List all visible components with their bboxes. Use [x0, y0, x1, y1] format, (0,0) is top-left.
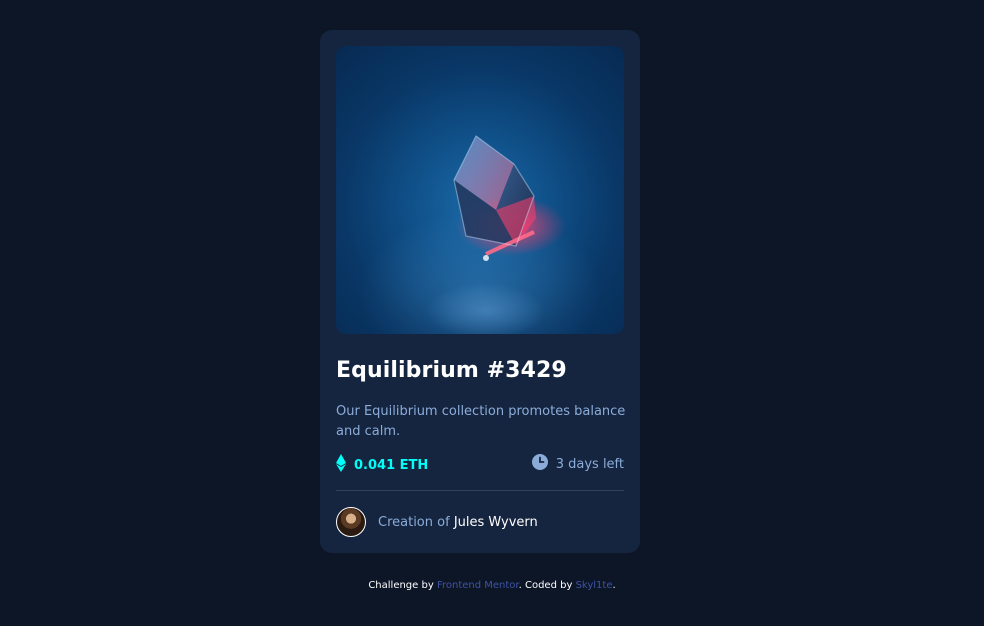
crystal-cube-illustration	[426, 135, 566, 334]
time-left-value: 3 days left	[555, 456, 624, 472]
price: 0.041 ETH	[336, 454, 428, 476]
attribution-suffix: .	[612, 580, 616, 591]
clock-icon	[531, 454, 548, 474]
avatar	[336, 507, 366, 537]
attribution-middle: . Coded by	[518, 580, 573, 591]
nft-title[interactable]: Equilibrium #3429	[336, 358, 567, 383]
attribution: Challenge by Frontend Mentor. Coded by S…	[0, 580, 984, 591]
nft-card: Equilibrium #3429 Our Equilibrium collec…	[320, 30, 640, 553]
price-value: 0.041 ETH	[354, 457, 429, 473]
ethereum-icon	[336, 454, 346, 476]
nft-stats: 0.041 ETH 3 days left	[336, 454, 624, 474]
creator-prefix: Creation of	[378, 514, 450, 530]
creator: Creation of Jules Wyvern	[336, 507, 538, 537]
divider	[336, 490, 624, 491]
attribution-prefix: Challenge by	[368, 580, 434, 591]
author-link[interactable]: Skyl1te	[576, 580, 613, 591]
time-left: 3 days left	[531, 454, 624, 474]
nft-description: Our Equilibrium collection promotes bala…	[336, 404, 626, 439]
frontend-mentor-link[interactable]: Frontend Mentor	[437, 580, 519, 591]
nft-image[interactable]	[336, 46, 624, 334]
creator-name[interactable]: Jules Wyvern	[454, 515, 538, 530]
